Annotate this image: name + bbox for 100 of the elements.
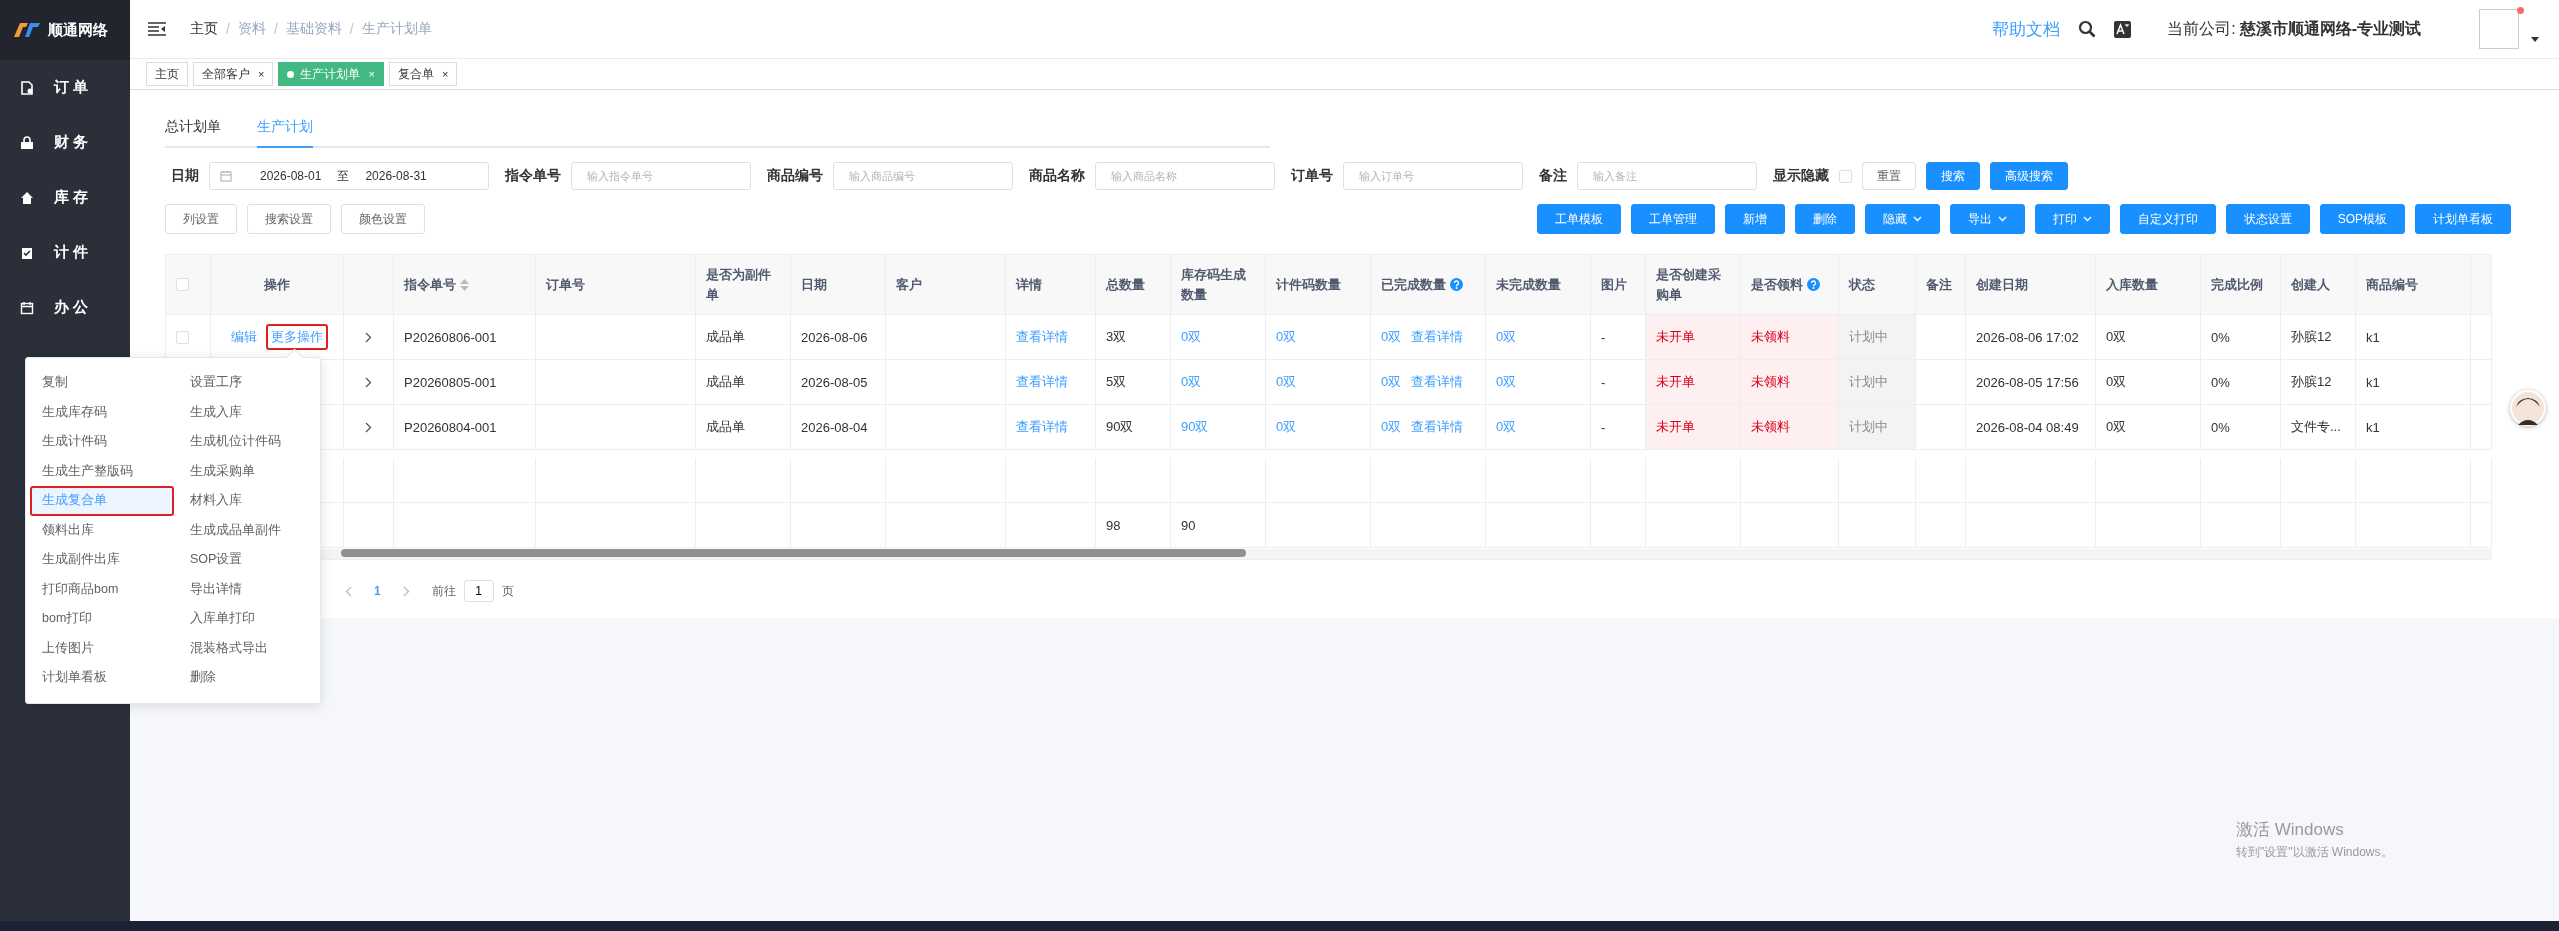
page-tab[interactable]: 生产计划 [257,112,313,148]
page-input[interactable]: 1 [463,580,494,602]
search-icon[interactable] [2078,20,2097,38]
page-tag[interactable]: 主页 [146,62,188,86]
sidebar-item[interactable]: 财 务 [0,115,130,170]
menu-item[interactable]: 生成副件出库 [26,545,174,575]
dropdown-button[interactable]: 打印 [2034,204,2110,234]
page-tag[interactable]: 复合单 × [388,62,458,86]
menu-item[interactable]: 生成库存码 [26,397,174,427]
previous-page-icon[interactable] [345,585,352,597]
menu-item[interactable]: 删除 [174,663,322,693]
toolbar-button[interactable]: 状态设置 [2225,204,2310,234]
table-link[interactable]: 0双 [1276,418,1297,436]
settings-button[interactable]: 搜索设置 [247,204,331,234]
input-field[interactable]: 输入订单号 [1343,162,1523,190]
sidebar-item[interactable]: 库 存 [0,170,130,225]
sort-icon[interactable] [460,278,469,291]
checkbox[interactable] [176,278,189,291]
reset-button[interactable]: 重置 [1862,162,1916,190]
sidebar-item[interactable]: 订 单 [0,60,130,115]
action-link[interactable]: 编辑 [226,324,262,350]
sidebar-item[interactable]: 计 件 [0,225,130,280]
toolbar-button[interactable]: 计划单看板 [2415,204,2511,234]
input-field[interactable]: 输入商品编号 [833,162,1013,190]
dropdown-button[interactable]: 导出 [1949,204,2025,234]
menu-item[interactable]: 计划单看板 [26,663,174,693]
expand-icon[interactable] [365,331,372,343]
input-field[interactable]: 输入商品名称 [1095,162,1275,190]
menu-item[interactable]: 生成成品单副件 [174,515,322,545]
help-icon[interactable] [1450,278,1463,291]
table-link[interactable]: 0双 [1276,373,1297,391]
table-link[interactable]: 查看详情 [1411,328,1464,346]
settings-button[interactable]: 颜色设置 [341,204,425,234]
menu-item[interactable]: 上传图片 [26,633,174,663]
table-link[interactable]: 查看详情 [1016,373,1068,391]
table-link[interactable]: 查看详情 [1411,418,1464,436]
table-link[interactable]: 90双 [1181,418,1209,436]
toolbar-button[interactable]: 工单管理 [1630,204,1715,234]
checkbox[interactable] [1839,169,1852,183]
table-link[interactable]: 0双 [1181,328,1202,346]
close-icon[interactable]: × [441,68,449,80]
help-link[interactable]: 帮助文档 [1992,17,2061,41]
help-icon[interactable] [1807,278,1820,291]
date-range-field[interactable]: 2026-08-01 至 2026-08-31 [209,162,489,190]
table-link[interactable]: 0双 [1496,418,1517,436]
action-link[interactable]: 更多操作 [266,324,328,350]
page-tag[interactable]: 全部客户 × [193,62,274,86]
close-icon[interactable]: × [368,68,375,80]
table-link[interactable]: 查看详情 [1411,373,1464,391]
next-page-icon[interactable] [402,585,410,597]
search-button[interactable]: 搜索 [1926,162,1980,190]
toolbar-button[interactable]: 自定义打印 [2119,204,2216,234]
sidebar-item[interactable]: 办 公 [0,280,130,335]
table-link[interactable]: 0双 [1381,373,1402,391]
table-link[interactable]: 0双 [1181,373,1202,391]
settings-button[interactable]: 列设置 [165,204,237,234]
breadcrumb-item[interactable]: 基础资料 [285,20,342,38]
expand-icon[interactable] [365,376,372,388]
breadcrumb-item[interactable]: 资料 [237,20,266,38]
menu-item[interactable]: 设置工序 [174,368,322,398]
expand-icon[interactable] [365,421,372,433]
input-field[interactable]: 输入备注 [1577,162,1757,190]
checkbox[interactable] [176,330,189,344]
menu-item[interactable]: 入库单打印 [174,604,322,634]
translate-icon[interactable] [2114,20,2132,38]
menu-icon[interactable] [148,22,166,36]
table-link[interactable]: 0双 [1496,373,1517,391]
close-icon[interactable]: × [258,68,265,80]
dropdown-button[interactable]: 隐藏 [1864,204,1940,234]
menu-item[interactable]: 领料出库 [26,515,174,545]
toolbar-button[interactable]: 删除 [1794,204,1855,234]
menu-item[interactable]: 导出详情 [174,574,322,604]
search-button[interactable]: 高级搜索 [1990,162,2068,190]
table-link[interactable]: 0双 [1381,418,1402,436]
table-link[interactable]: 0双 [1381,328,1402,346]
table-link[interactable]: 0双 [1496,328,1517,346]
table-link[interactable]: 查看详情 [1016,418,1068,436]
menu-item[interactable]: bom打印 [26,604,174,634]
page-number[interactable]: 1 [374,584,381,598]
caret-icon[interactable] [2531,37,2539,42]
toolbar-button[interactable]: SOP模板 [2319,204,2405,234]
menu-item[interactable]: 生成采购单 [174,456,322,486]
menu-item[interactable]: 材料入库 [174,486,322,516]
menu-item[interactable]: 生成复合单 [30,486,174,516]
breadcrumb-item[interactable]: 主页 [190,20,218,38]
menu-item[interactable]: 生成生产整版码 [26,456,174,486]
menu-item[interactable]: 生成机位计件码 [174,427,322,457]
menu-item[interactable]: 复制 [26,368,174,398]
page-tag[interactable]: 生产计划单 × [278,62,384,86]
table-link[interactable]: 0双 [1276,328,1297,346]
menu-item[interactable]: SOP设置 [174,545,322,575]
menu-item[interactable]: 生成计件码 [26,427,174,457]
table-link[interactable]: 查看详情 [1016,328,1068,346]
input-field[interactable]: 输入指令单号 [571,162,751,190]
toolbar-button[interactable]: 新增 [1724,204,1785,234]
menu-item[interactable]: 混装格式导出 [174,633,322,663]
menu-item[interactable]: 生成入库 [174,397,322,427]
menu-item[interactable]: 打印商品bom [26,574,174,604]
page-tab[interactable]: 总计划单 [165,112,221,148]
toolbar-button[interactable]: 工单模板 [1536,204,1621,234]
